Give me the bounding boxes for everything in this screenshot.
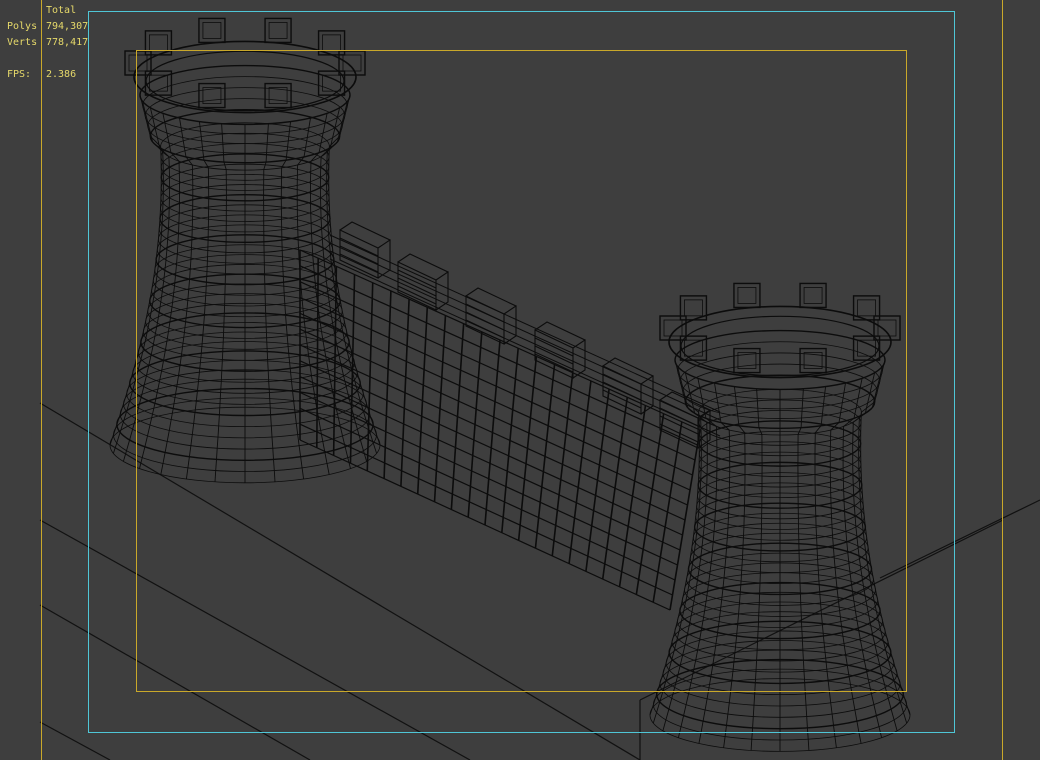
fps-label: FPS:: [7, 69, 32, 80]
polys-label: Polys: [7, 21, 38, 32]
fps-value: 2.386: [46, 69, 77, 80]
stats-verts-row: Verts 778,417: [7, 35, 88, 51]
curtain-wall-wireframe: [299, 234, 721, 611]
tower-right-wireframe: [649, 282, 911, 752]
viewport-statistics-overlay: Total Polys 794,307 Verts 778,417 FPS: 2…: [7, 3, 88, 83]
stats-header: Total: [46, 5, 77, 16]
stats-header-row: Total: [7, 3, 88, 19]
stats-polys-row: Polys 794,307: [7, 19, 88, 35]
wall-merlons-wireframe: [339, 221, 712, 449]
verts-label: Verts: [7, 37, 38, 48]
perspective-viewport[interactable]: Total Polys 794,307 Verts 778,417 FPS: 2…: [0, 0, 1040, 760]
verts-value: 778,417: [46, 37, 89, 48]
castle-wireframe-scene[interactable]: [0, 0, 1040, 760]
stats-fps-row: FPS: 2.386: [7, 67, 88, 83]
polys-value: 794,307: [46, 21, 89, 32]
